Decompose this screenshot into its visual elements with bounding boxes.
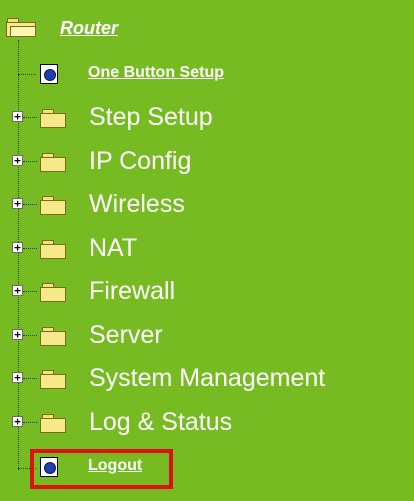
expand-plus-icon[interactable]: + bbox=[12, 155, 23, 166]
folder-icon bbox=[40, 327, 66, 346]
expand-plus-icon[interactable]: + bbox=[12, 111, 23, 122]
folder-icon bbox=[40, 414, 66, 433]
router-menu-tree: Router One Button Setup + Step Setup + IP C… bbox=[0, 0, 414, 501]
root-folder-open-icon[interactable] bbox=[6, 18, 36, 37]
tree-branch-line bbox=[23, 204, 37, 205]
folder-label[interactable]: NAT bbox=[89, 233, 137, 263]
folder-label[interactable]: IP Config bbox=[89, 146, 191, 176]
folder-icon bbox=[40, 370, 66, 389]
tree-branch-line bbox=[23, 161, 37, 162]
folder-icon bbox=[40, 109, 66, 128]
page-globe-icon bbox=[40, 64, 58, 84]
folder-label[interactable]: Step Setup bbox=[89, 102, 213, 132]
folder-label[interactable]: Server bbox=[89, 320, 163, 350]
tree-branch-line bbox=[23, 117, 37, 118]
folder-label[interactable]: System Management bbox=[89, 363, 325, 393]
logout-highlight-box bbox=[30, 449, 173, 489]
expand-plus-icon[interactable]: + bbox=[12, 285, 23, 296]
folder-label[interactable]: Wireless bbox=[89, 189, 185, 219]
tree-branch-line bbox=[18, 74, 36, 75]
tree-connector-line bbox=[18, 40, 19, 470]
folder-label[interactable]: Firewall bbox=[89, 276, 175, 306]
tree-branch-line bbox=[23, 378, 37, 379]
expand-plus-icon[interactable]: + bbox=[12, 198, 23, 209]
tree-branch-line bbox=[23, 291, 37, 292]
folder-icon bbox=[40, 153, 66, 172]
folder-icon bbox=[40, 283, 66, 302]
expand-plus-icon[interactable]: + bbox=[12, 329, 23, 340]
expand-plus-icon[interactable]: + bbox=[12, 416, 23, 427]
tree-branch-line bbox=[23, 248, 37, 249]
folder-label[interactable]: Log & Status bbox=[89, 407, 232, 437]
expand-plus-icon[interactable]: + bbox=[12, 372, 23, 383]
one-button-setup-link[interactable]: One Button Setup bbox=[88, 63, 224, 83]
tree-branch-line bbox=[23, 335, 37, 336]
root-router-link[interactable]: Router bbox=[60, 17, 118, 39]
expand-plus-icon[interactable]: + bbox=[12, 242, 23, 253]
tree-branch-line bbox=[23, 422, 37, 423]
folder-icon bbox=[40, 196, 66, 215]
folder-icon bbox=[40, 240, 66, 259]
